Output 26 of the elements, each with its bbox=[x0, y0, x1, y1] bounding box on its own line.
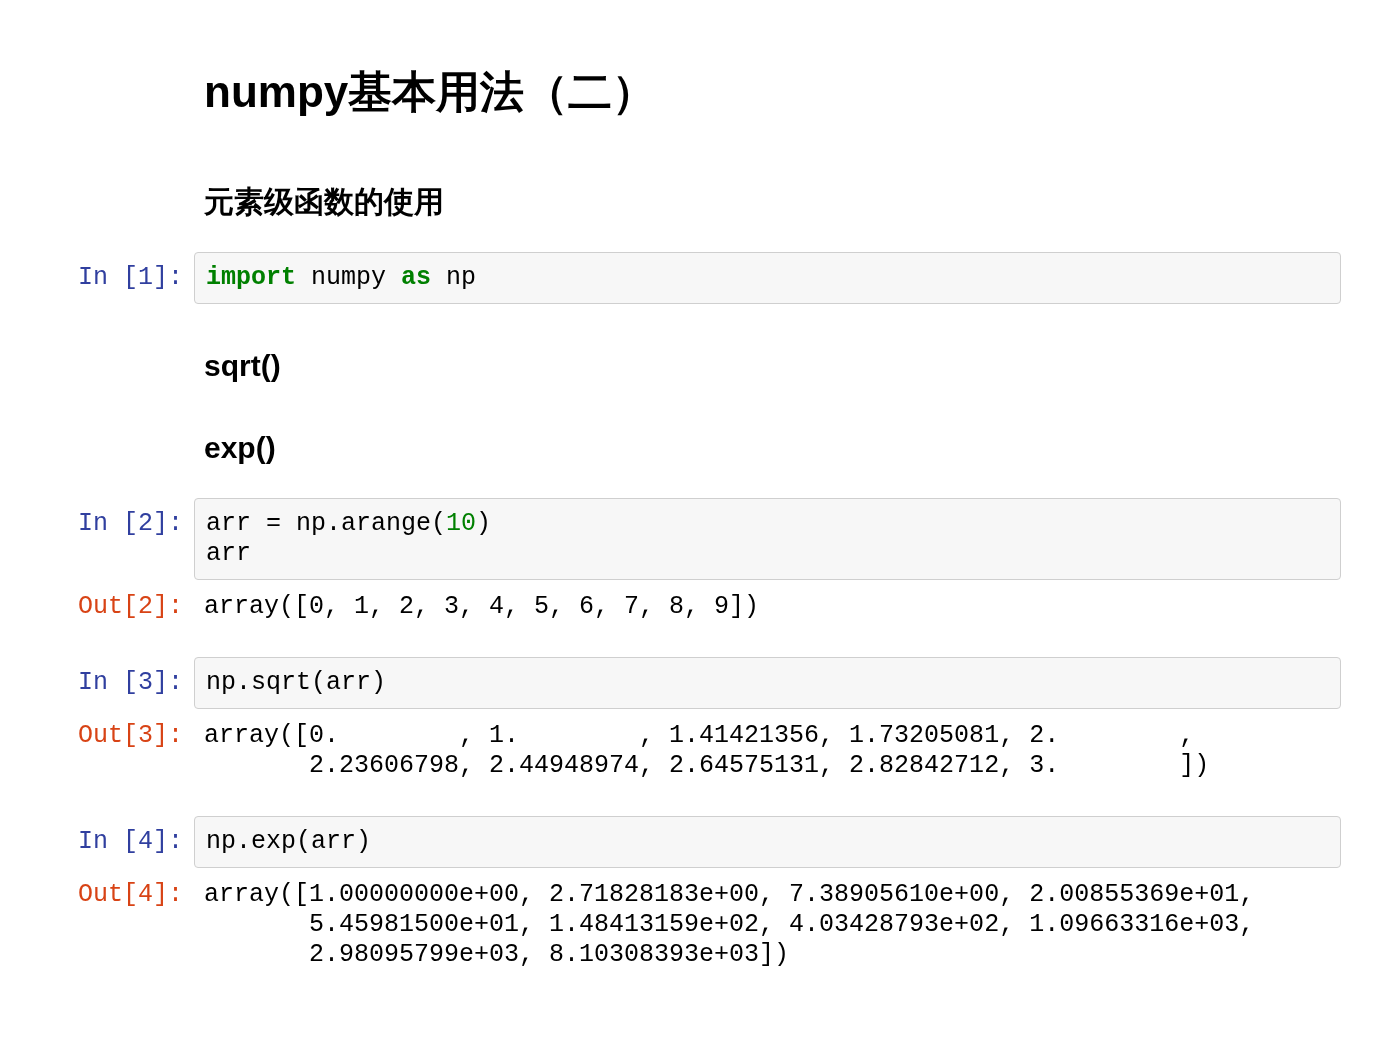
output-prompt: Out[4]: bbox=[78, 880, 184, 909]
output-line: 5.45981500e+01, 1.48413159e+02, 4.03428793e+02, 1.09663316e+03, bbox=[308, 910, 1255, 940]
output-prompt: Out[3]: bbox=[78, 721, 184, 750]
output-line: array([0. , 1. , 1.41421356, 1.73205081, 2. , bbox=[204, 721, 1195, 751]
output-line: array([0, 1, 2, 3, 4, 5, 6, 7, 8, 9]) bbox=[204, 592, 760, 622]
output-line: array([1.00000000e+00, 2.71828183e+00, 7.38905610e+00, 2.00855369e+01, bbox=[204, 880, 1255, 910]
code-line: arr bbox=[206, 539, 251, 569]
notebook-title: numpy基本用法（二） bbox=[204, 66, 657, 118]
output-line: 2.23606798, 2.44948974, 2.64575131, 2.82842712, 3. ]) bbox=[308, 751, 1210, 781]
code-cell[interactable]: np.sqrt(arr) bbox=[194, 657, 1341, 709]
input-prompt: In [1]: bbox=[78, 263, 184, 292]
output-prompt: Out[2]: bbox=[78, 592, 184, 621]
code-cell[interactable]: import numpy as np bbox=[194, 252, 1341, 304]
subsection-heading: exp() bbox=[204, 430, 276, 466]
code-cell[interactable]: np.exp(arr) bbox=[194, 816, 1341, 868]
subsection-heading: sqrt() bbox=[204, 348, 281, 384]
section-heading: 元素级函数的使用 bbox=[204, 184, 444, 220]
input-prompt: In [4]: bbox=[78, 827, 184, 856]
code-line: np.sqrt(arr) bbox=[206, 668, 387, 698]
code-cell[interactable]: arr = np.arange(10) arr bbox=[194, 498, 1341, 580]
input-prompt: In [2]: bbox=[78, 509, 184, 538]
code-line: np.exp(arr) bbox=[206, 827, 372, 857]
input-prompt: In [3]: bbox=[78, 668, 184, 697]
code-line: arr = np.arange(10) bbox=[206, 509, 492, 539]
code-line: import numpy as np bbox=[206, 263, 477, 293]
output-line: 2.98095799e+03, 8.10308393e+03]) bbox=[308, 940, 790, 970]
